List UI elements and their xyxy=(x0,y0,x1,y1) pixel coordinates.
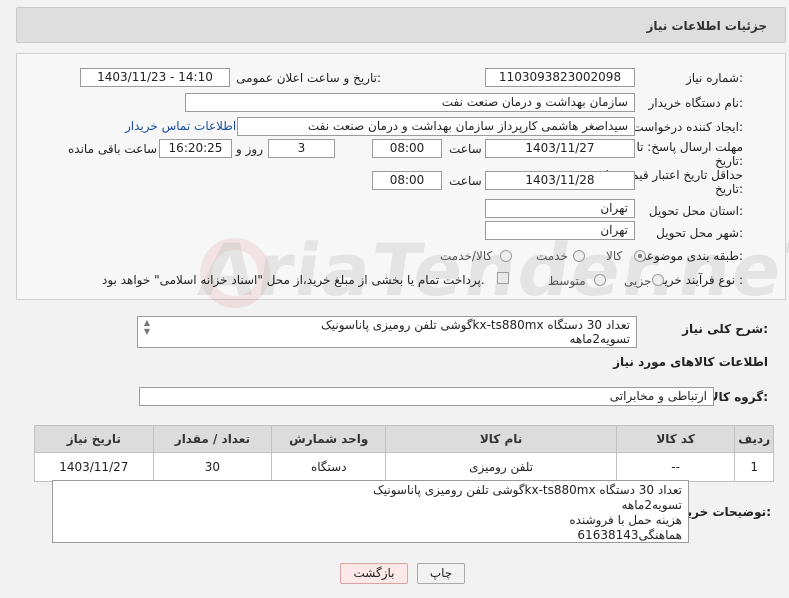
province-label: استان محل تحویل: xyxy=(648,204,743,218)
category-both-radio[interactable] xyxy=(500,250,512,262)
col-unit: واحد شمارش xyxy=(271,425,387,453)
cell-date: 1403/11/27 xyxy=(34,452,154,482)
col-name: نام کالا xyxy=(385,425,617,453)
announce-label: تاریخ و ساعت اعلان عمومی: xyxy=(236,71,381,85)
buyer-org-label: نام دستگاه خریدار: xyxy=(648,96,744,110)
page-header: جزئیات اطلاعات نیاز xyxy=(16,7,786,43)
price-validity-label-date: تاریخ: xyxy=(715,182,743,196)
creator-label: ایجاد کننده درخواست: xyxy=(632,120,743,134)
page-title: جزئیات اطلاعات نیاز xyxy=(646,19,767,33)
process-minor-radio[interactable] xyxy=(652,274,664,286)
col-code: کد کالا xyxy=(615,425,736,453)
category-service-label: خدمت xyxy=(536,249,568,263)
need-number-label: شماره نیاز: xyxy=(685,71,743,85)
price-validity-time-field: 08:00 xyxy=(372,171,442,190)
cell-name: تلفن رومیزی xyxy=(385,452,617,482)
city-label: شهر محل تحویل: xyxy=(656,226,743,240)
table-row: 1 -- تلفن رومیزی دستگاه 30 1403/11/27 xyxy=(34,452,774,482)
watermark: AriaTender.neT xyxy=(194,228,789,312)
deadline-date-field: 1403/11/27 xyxy=(485,139,635,158)
contact-info-link[interactable]: اطلاعات تماس خریدار xyxy=(125,119,236,133)
cell-qty: 30 xyxy=(152,452,273,482)
category-label: طبقه بندی موضوعی: xyxy=(636,249,743,263)
summary-scroll-icon[interactable]: ▲ ▼ xyxy=(142,318,152,336)
col-date: تاریخ نیاز xyxy=(34,425,154,453)
treasury-payment-checkbox[interactable] xyxy=(497,272,509,284)
category-both-label: کالا/خدمت xyxy=(440,249,493,263)
cell-row: 1 xyxy=(734,452,774,482)
need-number-field: 1103093823002098 xyxy=(485,68,635,87)
category-service-radio[interactable] xyxy=(573,250,585,262)
price-validity-time-label: ساعت xyxy=(449,174,482,188)
deadline-time-label: ساعت xyxy=(449,142,482,156)
days-field: 3 xyxy=(268,139,335,158)
goods-group-label: گروه کالا: xyxy=(709,390,768,404)
city-field: تهران xyxy=(485,221,635,240)
table-header-row: ردیف کد کالا نام کالا واحد شمارش تعداد /… xyxy=(34,425,774,453)
payment-note: پرداخت تمام یا بخشی از مبلغ خرید،از محل … xyxy=(102,273,485,287)
days-label: روز و xyxy=(236,142,263,156)
process-medium-radio[interactable] xyxy=(594,274,606,286)
goods-group-field: ارتباطی و مخابراتی xyxy=(139,387,714,406)
process-label: نوع فرآیند خرید : xyxy=(658,273,743,287)
process-minor-label: جزیی xyxy=(624,274,652,288)
deadline-label-date: تاریخ: xyxy=(715,154,743,168)
col-qty: تعداد / مقدار xyxy=(152,425,273,453)
remaining-label: ساعت باقی مانده xyxy=(68,142,158,156)
col-row: ردیف xyxy=(734,425,774,453)
category-goods-label: کالا xyxy=(606,249,623,263)
summary-textarea[interactable]: گوشی تلفن رومیزی پاناسونیکkx-ts880mx تعد… xyxy=(137,316,637,348)
goods-table: ردیف کد کالا نام کالا واحد شمارش تعداد /… xyxy=(34,425,774,482)
creator-field: سیداصغر هاشمی کارپرداز سازمان بهداشت و د… xyxy=(237,117,635,136)
deadline-label: مهلت ارسال پاسخ: تا xyxy=(636,140,743,154)
buyer-notes-textarea[interactable]: گوشی تلفن رومیزی پاناسونیکkx-ts880mx تعد… xyxy=(52,480,689,543)
summary-label: شرح کلی نیاز: xyxy=(682,322,768,336)
back-button[interactable]: بازگشت xyxy=(340,563,408,584)
process-medium-label: متوسط xyxy=(548,274,586,288)
announce-field: 1403/11/23 - 14:10 xyxy=(80,68,230,87)
cell-code: -- xyxy=(615,452,736,482)
buyer-org-field: سازمان بهداشت و درمان صنعت نفت xyxy=(185,93,635,112)
deadline-time-field: 08:00 xyxy=(372,139,442,158)
print-button[interactable]: چاپ xyxy=(417,563,465,584)
price-validity-date-field: 1403/11/28 xyxy=(485,171,635,190)
goods-info-title: اطلاعات کالاهای مورد نیاز xyxy=(613,355,768,369)
category-goods-radio[interactable] xyxy=(634,250,646,262)
cell-unit: دستگاه xyxy=(271,452,387,482)
province-field: تهران xyxy=(485,199,635,218)
remaining-time-field: 16:20:25 xyxy=(159,139,232,158)
